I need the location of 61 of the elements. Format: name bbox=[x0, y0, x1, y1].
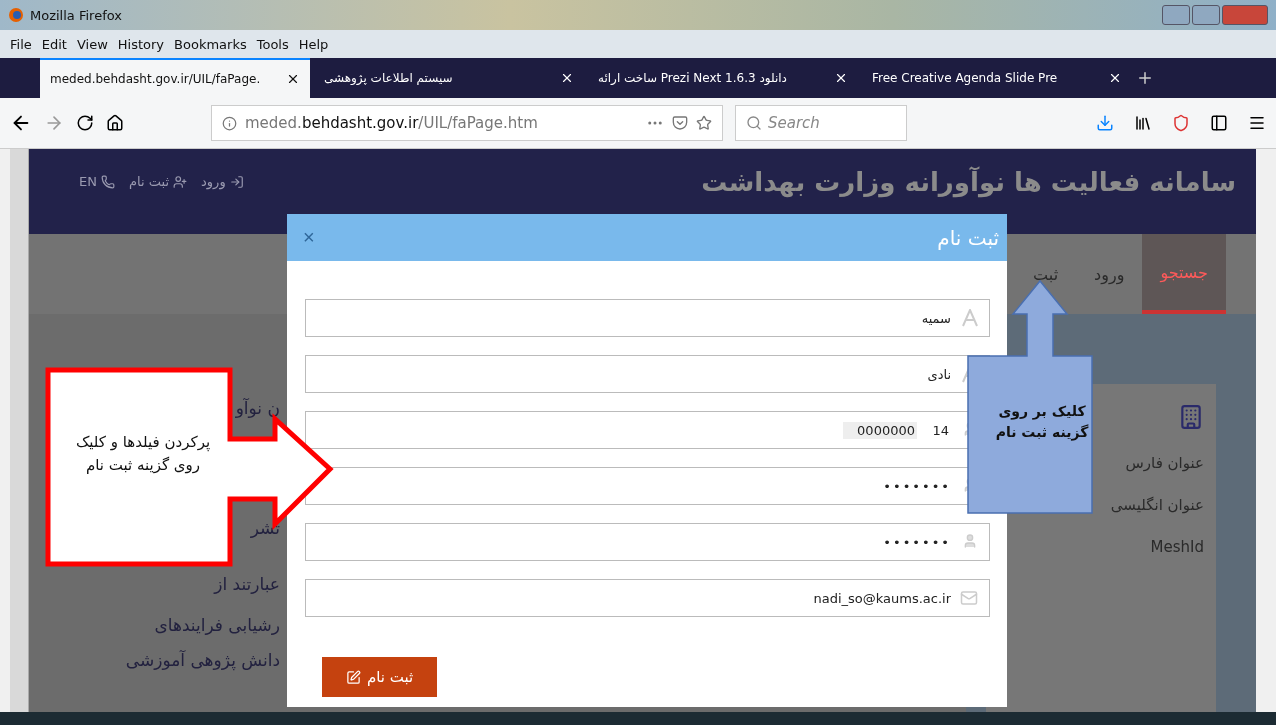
search-icon bbox=[746, 115, 762, 131]
article-text: عبارتند از bbox=[214, 573, 280, 595]
building-icon bbox=[1178, 404, 1204, 430]
site-title: سامانه فعالیت ها نوآورانه وزارت بهداشت bbox=[701, 166, 1236, 197]
browser-tab[interactable]: meded.behdasht.gov.ir/UIL/faPage. bbox=[40, 58, 310, 98]
minimize-button[interactable] bbox=[1162, 5, 1190, 25]
browser-tab[interactable]: Free Creative Agenda Slide Pre bbox=[862, 58, 1132, 98]
reload-icon[interactable] bbox=[76, 114, 94, 132]
library-icon[interactable] bbox=[1134, 114, 1152, 132]
pocket-icon[interactable] bbox=[672, 115, 688, 131]
download-icon[interactable] bbox=[1096, 114, 1114, 132]
menu-item[interactable]: Tools bbox=[256, 36, 289, 52]
menu-item[interactable]: File bbox=[10, 36, 32, 52]
phone-icon bbox=[100, 174, 115, 189]
browser-logo-icon bbox=[8, 7, 24, 23]
article-text: رشیابی فرایندهای bbox=[154, 614, 280, 636]
callout-text: پرکردن فیلدها و کلیک روی گزینه ثبت نام bbox=[74, 432, 212, 476]
callout-text: کلیک بر روی گزینه ثبت نام bbox=[994, 402, 1090, 443]
address-bar[interactable]: meded.behdasht.gov.ir/UIL/faPage.htm bbox=[211, 105, 723, 141]
envelope-icon bbox=[960, 589, 978, 607]
input-field[interactable]: سمیه bbox=[305, 299, 990, 337]
menu-item[interactable]: Bookmarks bbox=[174, 36, 247, 52]
home-icon[interactable] bbox=[106, 114, 124, 132]
shield-icon[interactable] bbox=[1172, 114, 1190, 132]
field-label: عنوان فارس bbox=[1124, 454, 1204, 472]
scrollbar[interactable] bbox=[10, 149, 29, 712]
info-icon bbox=[222, 115, 237, 131]
close-icon[interactable] bbox=[1108, 71, 1122, 85]
article-text: دانش پژوهی آموزشی bbox=[125, 649, 280, 671]
menu-icon[interactable] bbox=[1248, 114, 1266, 132]
register-button[interactable]: ثبت نام bbox=[322, 657, 437, 697]
menu-item[interactable]: History bbox=[117, 36, 165, 52]
url-text: meded.behdasht.gov.ir/UIL/faPage.htm bbox=[245, 114, 538, 132]
menu-item[interactable]: Edit bbox=[41, 36, 67, 52]
new-tab-icon[interactable] bbox=[1136, 69, 1154, 87]
edit-icon bbox=[345, 669, 361, 685]
menu-item[interactable]: Help bbox=[298, 36, 329, 52]
star-icon[interactable] bbox=[696, 115, 712, 131]
prefix-input[interactable]: 14 bbox=[925, 421, 951, 439]
field-label: عنوان انگلیسی bbox=[1109, 496, 1204, 514]
close-icon[interactable] bbox=[286, 72, 300, 86]
search-field[interactable]: Search bbox=[735, 105, 907, 141]
email-field[interactable]: nadi_so@kaums.ac.ir bbox=[305, 579, 990, 617]
close-icon[interactable] bbox=[560, 71, 574, 85]
register-link[interactable]: ثبت نام bbox=[128, 174, 188, 189]
browser-tab[interactable]: سیستم اطلاعات پژوهشی bbox=[314, 58, 584, 98]
dialog-title: ثبت نام bbox=[937, 225, 999, 250]
field-label: MeshId bbox=[1149, 538, 1204, 556]
password-field[interactable]: ••••••• bbox=[305, 523, 990, 561]
login-icon bbox=[229, 174, 244, 189]
article-text: تشر bbox=[250, 517, 280, 539]
language-link[interactable]: EN bbox=[79, 174, 115, 189]
browser-tab[interactable]: دانلود Prezi Next 1.6.3 ساخت ارائه bbox=[588, 58, 858, 98]
user-plus-icon bbox=[173, 174, 188, 189]
maximize-button[interactable] bbox=[1192, 5, 1220, 25]
window-title: Mozilla Firefox bbox=[30, 7, 122, 23]
close-icon[interactable] bbox=[834, 71, 848, 85]
phone-input[interactable]: 0000000 bbox=[843, 421, 917, 439]
menu-item[interactable]: View bbox=[76, 36, 108, 52]
login-link[interactable]: ورود bbox=[201, 174, 244, 189]
sidebar-icon[interactable] bbox=[1210, 114, 1228, 132]
